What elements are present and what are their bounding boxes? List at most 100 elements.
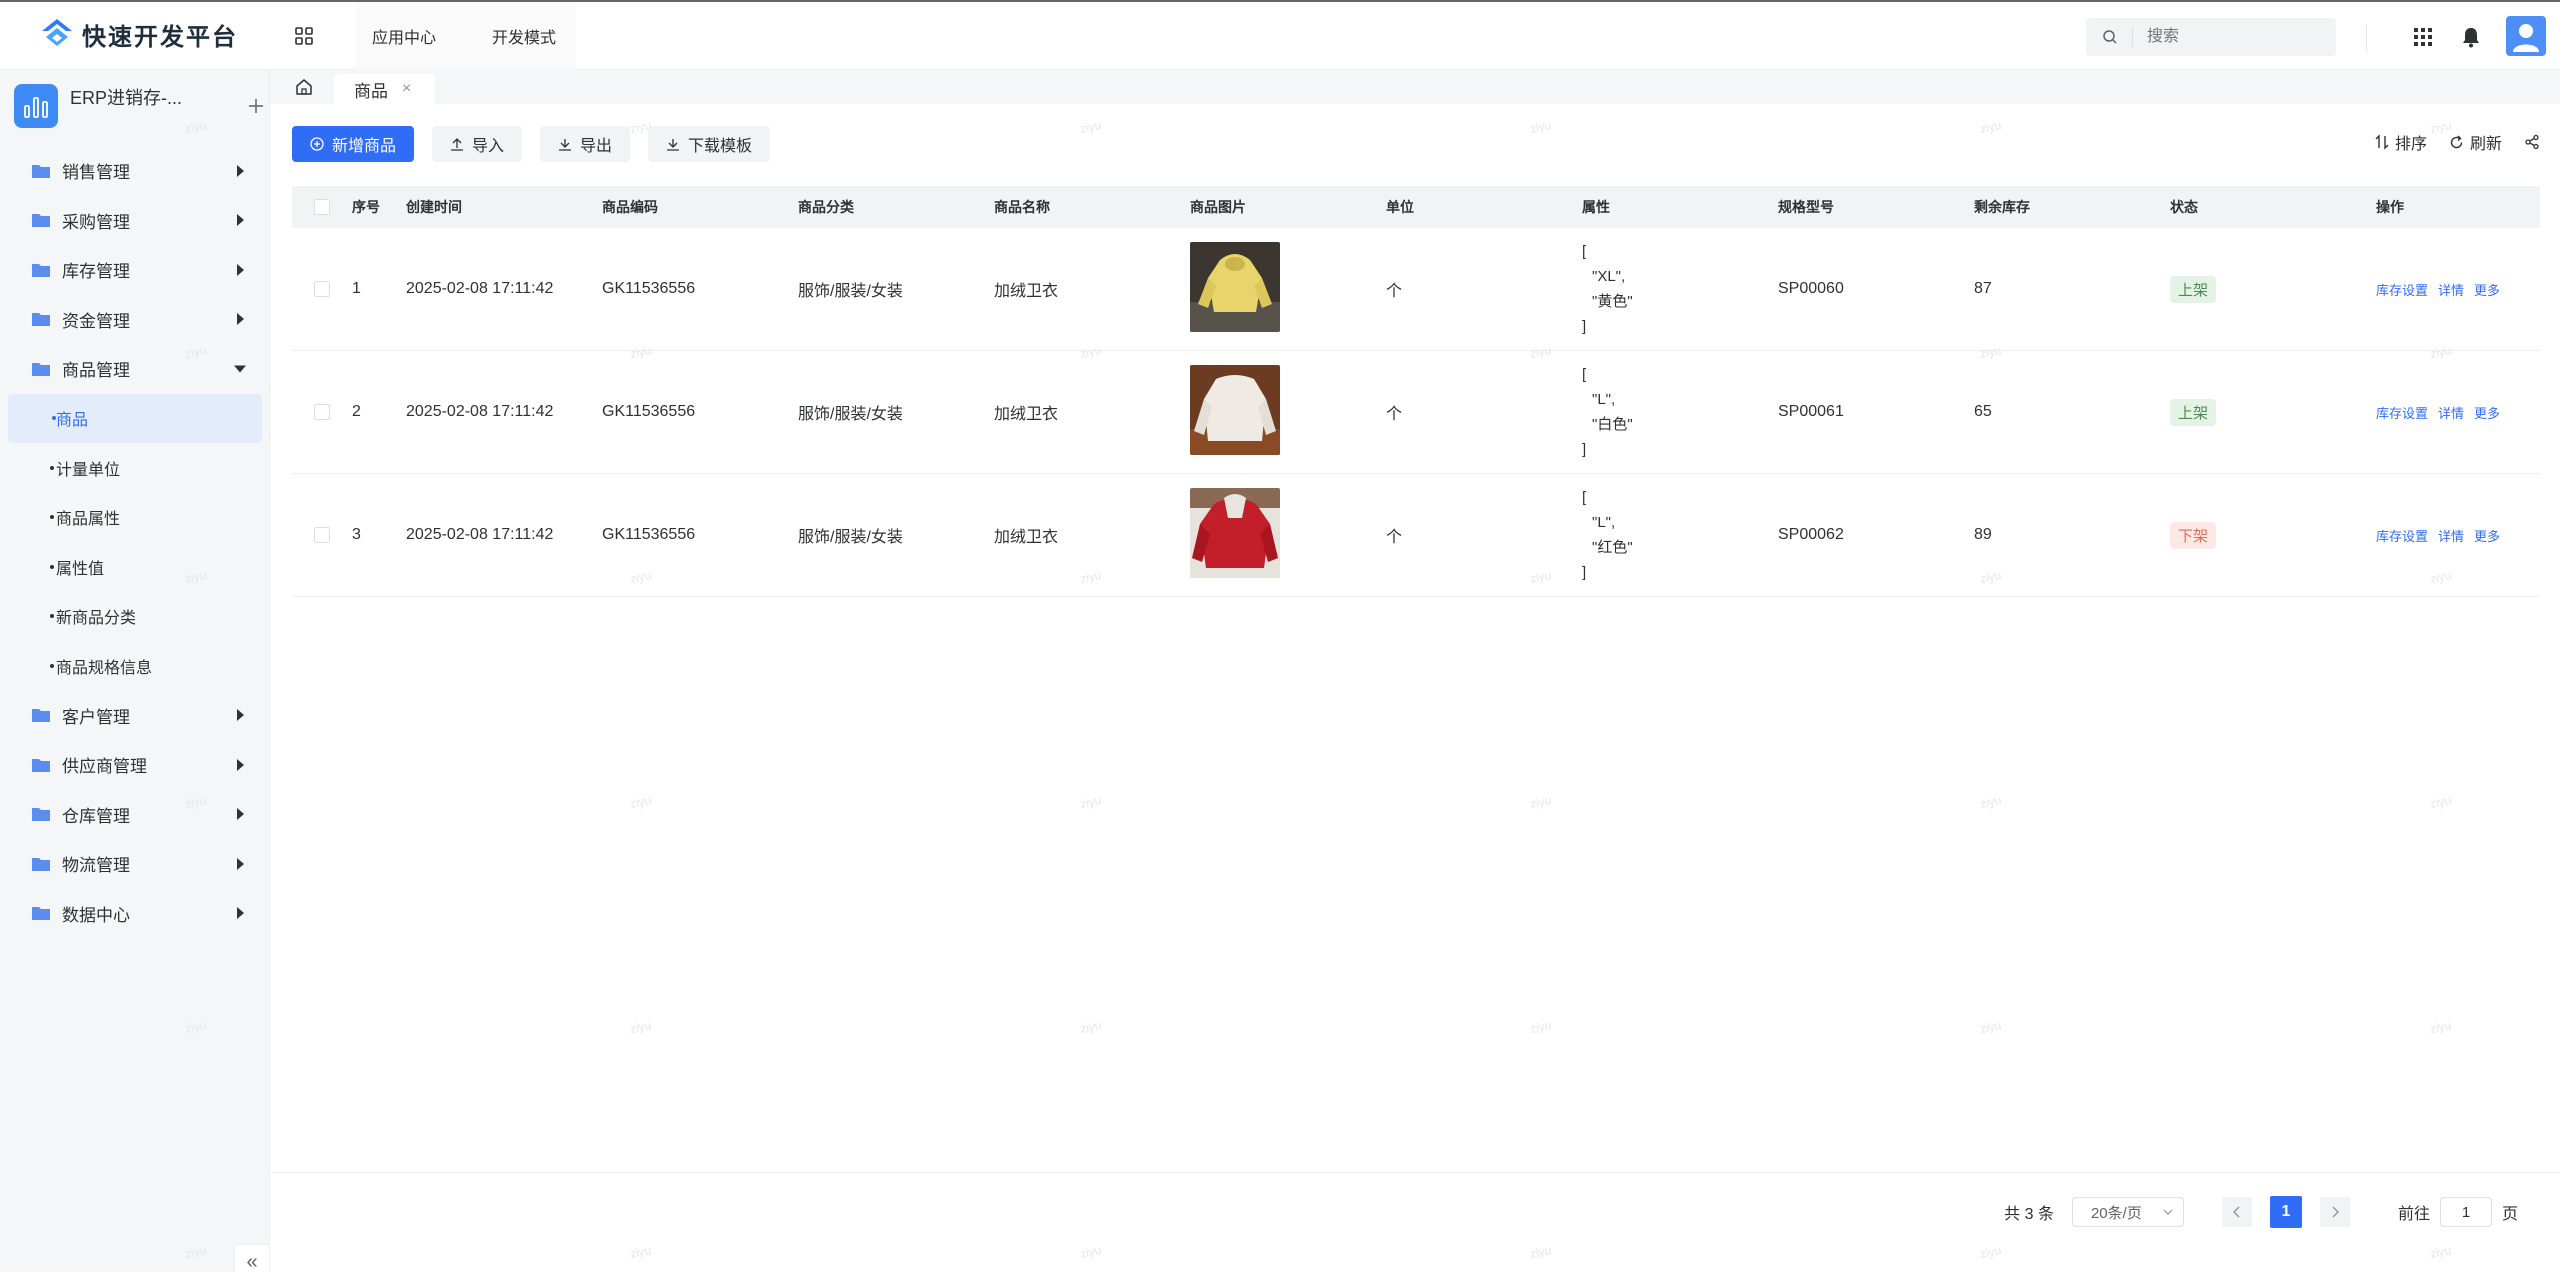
export-label: 导出 [580, 138, 613, 155]
watermark: ziyu [1978, 1242, 2003, 1262]
sidebar-item-warehouse[interactable]: 仓库管理 [0, 790, 270, 840]
white-hoodie-image[interactable] [1190, 364, 1280, 455]
grid-menu-icon[interactable] [2410, 24, 2436, 50]
select-all-checkbox[interactable] [314, 199, 330, 215]
cell-time: 2025-02-08 17:11:42 [406, 280, 554, 297]
logo[interactable]: 快速开发平台 [40, 16, 238, 52]
cell-stock: 87 [1974, 280, 1992, 297]
page-size-select[interactable]: 20条/页 [2071, 1197, 2184, 1227]
nav-app-center[interactable]: 应用中心 [372, 24, 436, 48]
sidebar-item-products[interactable]: 商品管理 [0, 344, 270, 394]
current-app[interactable]: ERP进销存-... [14, 78, 264, 134]
watermark: ziyu [628, 1242, 653, 1262]
red-hoodie-image[interactable] [1190, 487, 1280, 578]
more-link[interactable]: 更多 [2474, 526, 2500, 545]
details-link[interactable]: 详情 [2438, 403, 2464, 422]
caret-right-icon [237, 164, 244, 177]
sidebar-item-funds[interactable]: 资金管理 [0, 295, 270, 345]
sidebar-item-suppliers[interactable]: 供应商管理 [0, 740, 270, 790]
plus-icon[interactable] [248, 98, 264, 114]
sidebar-item-logistics[interactable]: 物流管理 [0, 839, 270, 889]
app-switcher-icon[interactable] [292, 24, 316, 48]
collapse-sidebar-button[interactable]: « [234, 1244, 270, 1272]
sidebar-subitem-categories[interactable]: 新商品分类 [0, 592, 270, 642]
tab-label: 商品 [354, 81, 388, 101]
tab-product[interactable]: 商品 × [334, 74, 436, 104]
caret-right-icon [237, 263, 244, 276]
cell-unit: 个 [1386, 406, 1403, 423]
download-template-button[interactable]: 下载模板 [648, 126, 771, 162]
stock-settings-link[interactable]: 库存设置 [2376, 403, 2428, 422]
status-badge: 下架 [2170, 521, 2217, 549]
watermark: ziyu [628, 1017, 653, 1037]
goto-page-input[interactable] [2439, 1197, 2492, 1227]
refresh-label: 刷新 [2469, 136, 2502, 153]
column-header: 序号 [352, 199, 380, 215]
cell-time: 2025-02-08 17:11:42 [406, 403, 554, 420]
page-number-current[interactable]: 1 [2269, 1196, 2302, 1228]
chevron-down-icon [2163, 1209, 2173, 1215]
watermark: ziyu [2428, 1242, 2453, 1262]
row-checkbox[interactable] [314, 281, 330, 297]
sidebar-subitem-units[interactable]: 计量单位 [0, 443, 270, 493]
refresh-button[interactable]: 刷新 [2449, 130, 2502, 154]
sidebar-subitem-attribute-values[interactable]: 属性值 [0, 542, 270, 592]
next-page-button[interactable] [2319, 1197, 2350, 1227]
sidebar-subitem-attributes[interactable]: 商品属性 [0, 493, 270, 543]
export-button[interactable]: 导出 [540, 126, 631, 162]
details-link[interactable]: 详情 [2438, 280, 2464, 299]
folder-icon [32, 709, 50, 723]
column-header: 剩余库存 [1974, 199, 2030, 215]
page-tabs: 商品 × [270, 70, 2560, 104]
prev-page-button[interactable] [2221, 1197, 2252, 1227]
logo-text: 快速开发平台 [82, 23, 238, 51]
sidebar-item-sales[interactable]: 销售管理 [0, 146, 270, 196]
sidebar-item-purchase[interactable]: 采购管理 [0, 196, 270, 246]
page-size-value: 20条/页 [2090, 1204, 2142, 1222]
sidebar-item-data-center[interactable]: 数据中心 [0, 889, 270, 939]
import-button[interactable]: 导入 [432, 126, 523, 162]
attr-line: [ [1582, 366, 1587, 383]
watermark: ziyu [2428, 792, 2453, 812]
search-input[interactable] [2132, 27, 2312, 47]
sidebar-item-label: 库存管理 [62, 262, 130, 282]
folder-icon [32, 263, 50, 277]
sidebar-item-label: 客户管理 [62, 707, 130, 727]
details-link[interactable]: 详情 [2438, 526, 2464, 545]
table-row: 2 2025-02-08 17:11:42 GK11536556 服饰/服装/女… [292, 351, 2540, 474]
stock-settings-link[interactable]: 库存设置 [2376, 280, 2428, 299]
cell-status: 下架 [2170, 521, 2376, 549]
cell-actions: 库存设置 详情 更多 [2376, 403, 2526, 422]
avatar[interactable] [2506, 16, 2546, 56]
tab-home[interactable] [278, 70, 330, 104]
stock-settings-link[interactable]: 库存设置 [2376, 526, 2428, 545]
chevron-right-icon [2332, 1206, 2339, 1218]
sort-button[interactable]: 排序 [2375, 130, 2427, 154]
total-count: 共 3 条 [2004, 1206, 2054, 1223]
refresh-icon [2450, 135, 2463, 148]
sidebar-item-customers[interactable]: 客户管理 [0, 691, 270, 741]
yellow-hoodie-image[interactable] [1190, 241, 1280, 332]
sidebar-subitem-product[interactable]: 商品 [8, 393, 262, 443]
add-product-button[interactable]: 新增商品 [292, 126, 415, 162]
close-icon[interactable]: × [402, 80, 411, 98]
search-box[interactable] [2086, 18, 2336, 56]
more-link[interactable]: 更多 [2474, 280, 2500, 299]
watermark: ziyu [1078, 1242, 1103, 1262]
more-link[interactable]: 更多 [2474, 403, 2500, 422]
sidebar-item-inventory[interactable]: 库存管理 [0, 245, 270, 295]
download-icon [667, 139, 680, 151]
cell-category: 服饰/服装/女装 [798, 406, 903, 423]
share-icon[interactable] [2524, 134, 2540, 150]
row-checkbox[interactable] [314, 527, 330, 543]
cell-image [1190, 241, 1386, 337]
watermark: ziyu [628, 792, 653, 812]
nav-dev-mode[interactable]: 开发模式 [492, 24, 556, 48]
sort-label: 排序 [2394, 136, 2427, 153]
upload-icon [451, 138, 464, 151]
bell-icon[interactable] [2458, 24, 2484, 50]
cell-spec: SP00060 [1778, 280, 1844, 297]
row-checkbox[interactable] [314, 404, 330, 420]
divider [2366, 24, 2367, 52]
sidebar-subitem-specs[interactable]: 商品规格信息 [0, 641, 270, 691]
